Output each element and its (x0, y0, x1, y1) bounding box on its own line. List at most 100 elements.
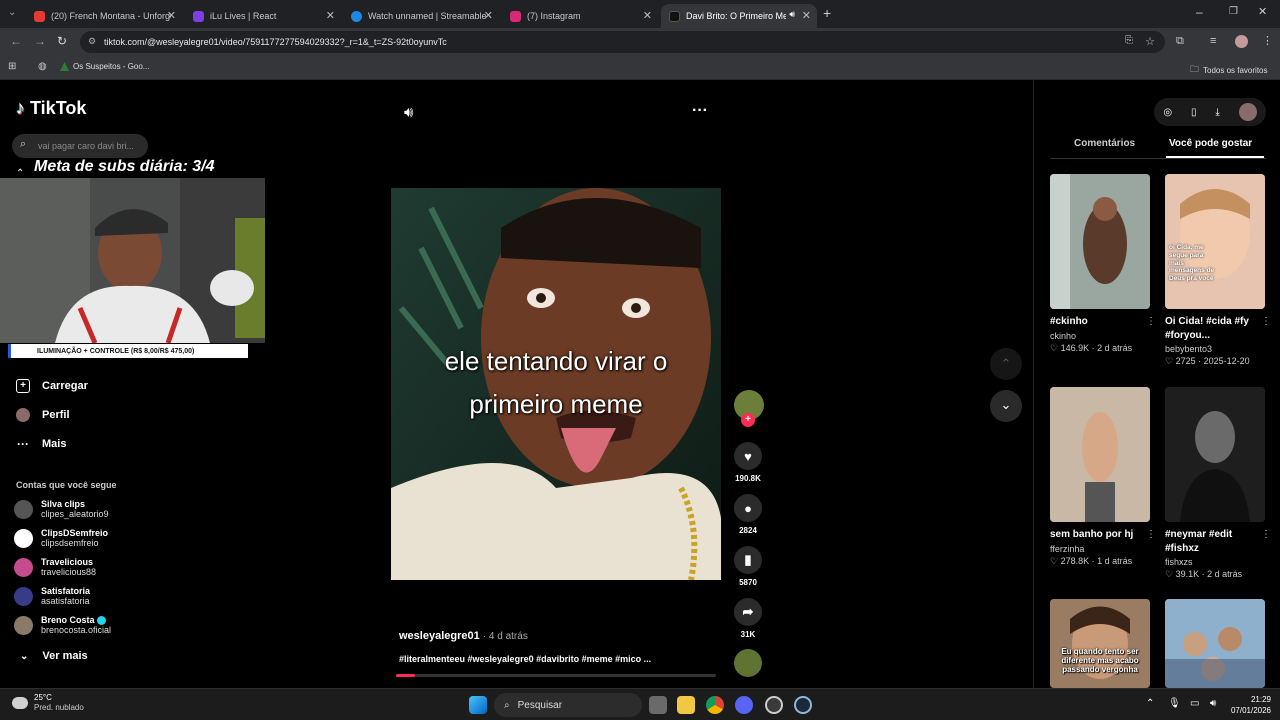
author-avatar[interactable]: + (734, 390, 764, 427)
following-account[interactable]: Travelicious travelicious88 (14, 557, 96, 577)
new-tab-icon[interactable]: + (823, 5, 831, 21)
site-info-icon[interactable]: ⚙ (88, 36, 96, 47)
account-handle: asatisfatoria (41, 596, 90, 606)
recommended-video-card[interactable] (1165, 599, 1265, 688)
following-account[interactable]: Satisfatoria asatisfatoria (14, 586, 90, 606)
close-tab-icon[interactable]: ✕ (643, 9, 652, 22)
save-button[interactable]: ▮ 5870 (734, 546, 762, 587)
close-window-icon[interactable]: ✕ (1258, 5, 1267, 18)
video-hashtags[interactable]: #literalmenteeu #wesleyalegre0 #davibrit… (399, 654, 651, 664)
address-bar: ← → ↻ ⚙ tiktok.com/@wesleyalegre01/video… (0, 28, 1280, 56)
tab-you-may-like[interactable]: Você pode gostar (1169, 138, 1252, 149)
see-more-button[interactable]: ⌄ Ver mais (16, 650, 88, 662)
card-title: #ckinho (1050, 316, 1088, 327)
sound-disc[interactable] (734, 649, 762, 681)
nav-more[interactable]: ··· Mais (16, 437, 66, 451)
forward-icon[interactable]: → (34, 34, 46, 48)
like-button[interactable]: ♥ 190.8K (734, 442, 762, 483)
tab-instagram[interactable]: (7) Instagram ✕ (502, 4, 658, 28)
recommended-video-card[interactable]: sem banho por hj ⋮ fferzinha ♡ 278.8K · … (1050, 387, 1156, 567)
reload-icon[interactable]: ↻ (57, 34, 67, 48)
all-bookmarks[interactable]: 🗀︎ Todos os favoritos (1190, 62, 1268, 78)
close-tab-icon[interactable]: ✕ (484, 9, 493, 22)
extensions-icon[interactable]: ⧉ (1176, 35, 1184, 48)
share-button[interactable]: ➦ 31K (734, 598, 762, 639)
mobile-icon[interactable]: ▯ (1191, 107, 1197, 118)
discord-icon[interactable] (735, 696, 753, 714)
card-menu-icon[interactable]: ⋮ (1261, 529, 1271, 540)
avatar (14, 615, 33, 635)
menu-icon[interactable]: ⋮ (1262, 34, 1273, 47)
video-thumbnail (1050, 174, 1150, 309)
network-icon[interactable]: ▭ (1190, 698, 1199, 709)
tab-tiktok[interactable]: Davi Brito: O Primeiro Meme 🔊︎ ✕ (661, 4, 817, 28)
back-icon[interactable]: ← (10, 34, 22, 48)
maximize-icon[interactable]: ❐ (1229, 6, 1238, 17)
steam-icon[interactable] (794, 696, 812, 714)
video-progress-track[interactable] (396, 674, 716, 677)
install-icon[interactable]: ⎘ (1125, 35, 1133, 46)
url-field[interactable]: ⚙ tiktok.com/@wesleyalegre01/video/75911… (80, 31, 1165, 53)
following-account[interactable]: Silva clips clipes_aleatorio9 (14, 499, 109, 519)
close-tab-icon[interactable]: ✕ (802, 9, 811, 22)
chrome-icon[interactable] (706, 696, 724, 714)
tab-react[interactable]: iLu Lives | React ✕ (185, 4, 341, 28)
nav-upload[interactable]: + Carregar (16, 379, 88, 393)
previous-video-button[interactable]: ⌃ (990, 348, 1022, 380)
card-user: ckinho (1050, 330, 1077, 341)
search-icon: ⌕ (504, 699, 510, 711)
task-view-icon[interactable] (649, 696, 667, 714)
apps-icon[interactable]: ⊞ (8, 61, 16, 72)
card-menu-icon[interactable]: ⋮ (1146, 316, 1156, 327)
volume-icon[interactable]: 🔊︎ (404, 104, 413, 121)
tab-search-icon[interactable]: ⌄ (8, 7, 16, 18)
recommended-video-card[interactable]: #ckinho ⋮ ckinho ♡ 146.9K · 2 d atrás (1050, 174, 1156, 354)
card-menu-icon[interactable]: ⋮ (1261, 316, 1271, 327)
profile-avatar[interactable] (1235, 35, 1248, 48)
author-name[interactable]: wesleyalegre01 (399, 630, 480, 642)
taskbar-search[interactable]: ⌕ Pesquisar (494, 693, 642, 717)
microphone-icon[interactable]: 🎙︎ (1168, 698, 1181, 709)
close-tab-icon[interactable]: ✕ (326, 9, 335, 22)
heart-icon: ♥ (734, 442, 762, 470)
card-menu-icon[interactable]: ⋮ (1146, 529, 1156, 540)
media-icon[interactable]: ≡ (1210, 35, 1216, 47)
bookmark-star-icon[interactable]: ☆ (1145, 35, 1155, 48)
tray-chevron-icon[interactable]: ⌃ (1146, 698, 1154, 709)
video-player[interactable]: ele tentando virar o primeiro meme (391, 188, 721, 580)
nav-profile[interactable]: Perfil (16, 408, 70, 422)
follow-plus-icon[interactable]: + (741, 413, 755, 427)
comment-button[interactable]: ● 2824 (734, 494, 762, 535)
search-input[interactable]: ⌕ vai pagar caro davi bri... (12, 134, 148, 158)
thumbnail-overlay-text: Eu quando tento ser diferente mas acabo … (1061, 647, 1139, 675)
tiktok-logo[interactable]: ♪ TikTok (16, 98, 86, 119)
top-right-toolbar: ◎ ▯ ⤓ (1154, 98, 1266, 126)
windows-start-icon[interactable] (469, 696, 487, 714)
file-explorer-icon[interactable] (677, 696, 695, 714)
compass-icon[interactable]: ◎ (1163, 107, 1172, 118)
more-options-icon[interactable]: ··· (692, 102, 708, 120)
bookmark-item[interactable]: Os Suspeitos - Goo... (60, 62, 149, 71)
tab-streamable[interactable]: Watch unnamed | Streamable ✕ (343, 4, 499, 28)
profile-avatar[interactable] (1238, 103, 1257, 121)
minimize-icon[interactable]: – (1196, 5, 1203, 19)
video-progress-fill (396, 674, 416, 677)
speaker-icon[interactable]: 🔊︎ (1210, 698, 1216, 709)
download-icon[interactable]: ⤓ (1215, 107, 1219, 118)
recommended-video-card[interactable]: #neymar #edit #fishxz ⋮ fishxzs ♡ 39.1K … (1165, 387, 1271, 580)
search-placeholder: vai pagar caro davi bri... (38, 141, 135, 151)
recommended-video-card[interactable]: oi Cida, me segue para mais mensagens de… (1165, 174, 1271, 367)
next-video-button[interactable]: ⌄ (990, 390, 1022, 422)
clock[interactable]: 21:29 07/01/2026 (1223, 694, 1271, 716)
following-account[interactable]: Breno Costa brenocosta.oficial (14, 615, 111, 635)
close-tab-icon[interactable]: ✕ (167, 9, 176, 22)
tab-youtube[interactable]: (20) French Montana - Unforgettable ✕ (26, 4, 182, 28)
weather-widget[interactable]: 25°C Pred. nublado (12, 693, 84, 713)
globe-icon[interactable]: ◍ (38, 61, 47, 72)
tab-comments[interactable]: Comentários (1074, 138, 1135, 149)
following-account[interactable]: ClipsDSemfreio clipsdsemfreio (14, 528, 108, 548)
obs-icon[interactable] (765, 696, 783, 714)
recommended-video-card[interactable]: Eu quando tento ser diferente mas acabo … (1050, 599, 1150, 688)
account-handle: travelicious88 (41, 567, 97, 577)
speaker-icon[interactable]: 🔊︎ (789, 9, 795, 20)
